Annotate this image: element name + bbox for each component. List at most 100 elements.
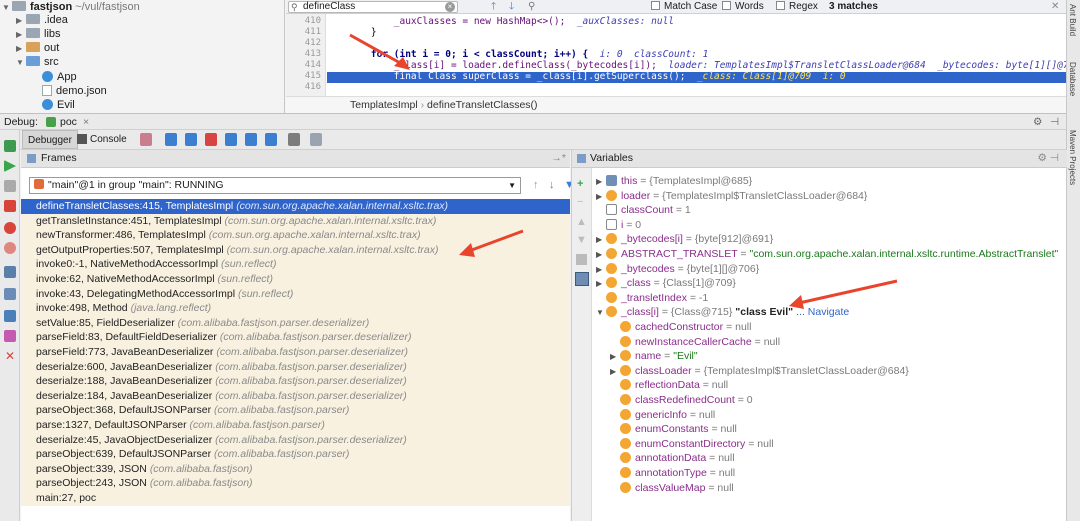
tree-item-src[interactable]: ▼ src <box>16 55 59 70</box>
variable-row[interactable]: ▶ name = "Evil" <box>610 349 701 364</box>
close-find-icon[interactable]: ✕ <box>1051 1 1059 13</box>
console-tab[interactable]: Console <box>90 130 127 149</box>
rerun-icon[interactable] <box>4 140 16 152</box>
variable-row[interactable]: classCount = 1 <box>596 203 694 218</box>
variable-row[interactable]: enumConstants = null <box>610 422 740 437</box>
variable-row[interactable]: ▼ _class[i] = {Class@715} "class Evil"...… <box>596 305 849 320</box>
match-case-option[interactable]: Match Case <box>651 1 717 13</box>
regex-option[interactable]: Regex <box>776 1 818 13</box>
stack-frame[interactable]: deserialze:188, JavaBeanDeserializer (co… <box>21 374 570 389</box>
debugger-tab[interactable]: Debugger <box>22 130 78 149</box>
stack-frame[interactable]: parse:1327, DefaultJSONParser (com.aliba… <box>21 418 570 433</box>
stack-frame[interactable]: invoke:62, NativeMethodAccessorImpl (sun… <box>21 272 570 287</box>
stack-frame[interactable]: defineTransletClasses:415, TemplatesImpl… <box>21 199 570 214</box>
regex-checkbox[interactable] <box>776 1 785 10</box>
resume-icon[interactable] <box>4 160 16 172</box>
stack-frame[interactable]: parseObject:639, DefaultJSONParser (com.… <box>21 447 570 462</box>
variable-row[interactable]: ▶ _bytecodes[i] = {byte[912]@691} <box>596 232 776 247</box>
frame-down-icon[interactable]: ↓ <box>549 179 555 191</box>
variable-row[interactable]: reflectionData = null <box>610 378 731 393</box>
stack-frame[interactable]: deserialze:600, JavaBeanDeserializer (co… <box>21 359 570 375</box>
navigate-link[interactable]: ... Navigate <box>796 306 849 318</box>
collapse-arrow-icon[interactable]: ▶ <box>16 27 26 42</box>
close-debug-icon[interactable]: ✕ <box>4 350 16 362</box>
expand-arrow-icon[interactable]: ▼ <box>16 55 26 70</box>
collapse-arrow-icon[interactable]: ▼ <box>596 306 606 321</box>
expand-arrow-icon[interactable]: ▶ <box>596 190 606 205</box>
variable-row[interactable]: _transletIndex = -1 <box>596 291 711 306</box>
expand-arrow-icon[interactable]: ▶ <box>596 277 606 292</box>
mute-breakpoints-icon[interactable] <box>4 242 16 254</box>
stack-frame[interactable]: newTransformer:486, TemplatesImpl (com.s… <box>21 228 570 243</box>
collapse-arrow-icon[interactable]: ▶ <box>16 13 26 28</box>
ant-build-tab[interactable]: Ant Build <box>1068 4 1077 36</box>
expand-arrow-icon[interactable]: ▶ <box>610 365 620 380</box>
stack-frame[interactable]: deserialze:184, JavaBeanDeserializer (co… <box>21 388 570 404</box>
filter-icon[interactable]: ⚲ <box>528 1 535 13</box>
pause-icon[interactable] <box>4 180 16 192</box>
stack-frame[interactable]: parseObject:339, JSON (com.alibaba.fastj… <box>21 461 570 477</box>
stack-frame[interactable]: invoke:498, Method (java.lang.reflect) <box>21 301 570 316</box>
show-execution-point-icon[interactable] <box>140 133 152 146</box>
add-watch-icon[interactable]: + <box>577 178 583 190</box>
stack-frame[interactable]: deserialze:45, JavaObjectDeserializer (c… <box>21 432 570 448</box>
stack-frame[interactable]: parseObject:368, DefaultJSONParser (com.… <box>21 403 570 418</box>
stack-frame[interactable]: main:27, poc <box>21 491 570 506</box>
variable-row[interactable]: cachedConstructor = null <box>610 320 754 335</box>
database-tab[interactable]: Database <box>1068 62 1077 96</box>
step-into-icon[interactable] <box>185 133 197 146</box>
stack-frame[interactable]: parseObject:243, JSON (com.alibaba.fastj… <box>21 476 570 491</box>
dropdown-arrow-icon[interactable]: ▼ <box>508 178 516 193</box>
hide-panel-icon[interactable]: ⊣ <box>1050 114 1059 130</box>
variable-row[interactable]: classRedefinedCount = 0 <box>610 393 756 408</box>
words-checkbox[interactable] <box>722 1 731 10</box>
stack-frame[interactable]: invoke0:-1, NativeMethodAccessorImpl (su… <box>21 257 570 272</box>
step-out-icon[interactable] <box>225 133 237 146</box>
remove-watch-icon[interactable]: − <box>577 196 583 208</box>
tree-item-evil[interactable]: Evil <box>42 98 75 113</box>
tree-item-idea[interactable]: ▶ .idea <box>16 13 68 28</box>
force-step-into-icon[interactable] <box>205 133 217 146</box>
get-thread-dump-icon[interactable] <box>4 266 16 278</box>
variable-row[interactable]: ▶ _bytecodes = {byte[1][]@706} <box>596 262 762 277</box>
variable-row[interactable]: newInstanceCallerCache = null <box>610 335 783 350</box>
variables-options-icon[interactable]: ⚙ ⊣ <box>1038 150 1059 167</box>
variable-row[interactable]: ▶ ABSTRACT_TRANSLET = "com.sun.org.apache… <box>596 247 1061 262</box>
stack-frame[interactable]: setValue:85, FieldDeserializer (com.alib… <box>21 315 570 331</box>
maven-projects-tab[interactable]: Maven Projects <box>1068 130 1077 185</box>
expand-arrow-icon[interactable]: ▶ <box>596 263 606 278</box>
variable-row[interactable]: annotationData = null <box>610 451 738 466</box>
settings-gear-icon[interactable]: ⚙ <box>1033 114 1042 130</box>
variable-row[interactable]: classValueMap = null <box>610 481 737 496</box>
expand-arrow-icon[interactable]: ▶ <box>596 248 606 263</box>
breadcrumb-class[interactable]: TemplatesImpl <box>350 99 418 111</box>
clear-search-icon[interactable]: × <box>445 2 455 12</box>
frame-up-icon[interactable]: ↑ <box>533 179 539 191</box>
variable-row[interactable]: genericInfo = null <box>610 408 718 423</box>
debug-session-tab[interactable]: poc <box>60 114 77 130</box>
variable-row[interactable]: enumConstantDirectory = null <box>610 437 777 452</box>
expand-arrow-icon[interactable]: ▶ <box>610 350 620 365</box>
evaluate-expression-icon[interactable] <box>288 133 300 146</box>
debug-settings-icon[interactable] <box>4 310 16 322</box>
expand-arrow-icon[interactable]: ▼ <box>2 0 12 15</box>
variable-row[interactable]: ▶ loader = {TemplatesImpl$TransletClassLo… <box>596 189 870 204</box>
variable-row[interactable]: i = 0 <box>596 218 644 233</box>
variable-row[interactable]: ▶ this = {TemplatesImpl@685} <box>596 174 755 189</box>
show-watches-icon[interactable] <box>575 272 589 286</box>
stack-frame[interactable]: getOutputProperties:507, TemplatesImpl (… <box>21 242 570 258</box>
thread-selector[interactable]: "main"@1 in group "main": RUNNING ▼ <box>29 177 521 194</box>
copy-watch-icon[interactable] <box>576 254 587 265</box>
stack-frame[interactable]: parseField:83, DefaultFieldDeserializer … <box>21 330 570 345</box>
words-option[interactable]: Words <box>722 1 764 13</box>
view-breakpoints-icon[interactable] <box>4 222 16 234</box>
tree-item-app[interactable]: App <box>42 70 77 85</box>
tree-item-libs[interactable]: ▶ libs <box>16 27 61 42</box>
match-case-checkbox[interactable] <box>651 1 660 10</box>
run-to-cursor-icon[interactable] <box>265 133 277 146</box>
drop-frame-icon[interactable] <box>245 133 257 146</box>
search-input[interactable]: ⚲ defineClass × <box>288 1 458 13</box>
expand-arrow-icon[interactable]: ▶ <box>596 175 606 190</box>
stack-frame[interactable]: invoke:43, DelegatingMethodAccessorImpl … <box>21 286 570 302</box>
collapse-arrow-icon[interactable]: ▶ <box>16 41 26 56</box>
